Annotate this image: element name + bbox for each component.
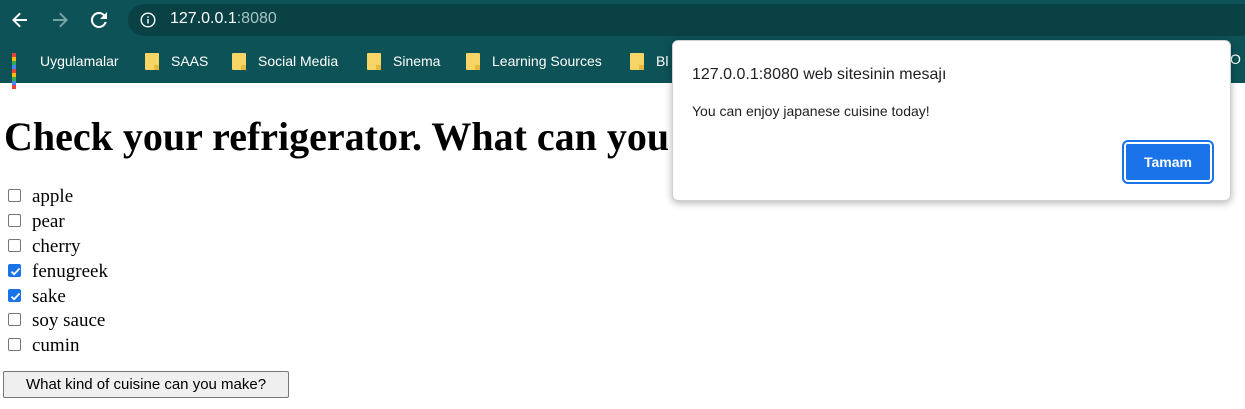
url-port: :8080 xyxy=(236,10,277,27)
item-label: pear xyxy=(32,211,65,232)
bookmark-sinema[interactable]: Sinema xyxy=(367,51,440,71)
reload-icon[interactable] xyxy=(87,8,111,32)
bookmark-label: Uygulamalar xyxy=(40,53,119,69)
info-icon[interactable] xyxy=(140,12,156,28)
apps-grid-icon xyxy=(12,53,28,89)
checkbox-sake[interactable] xyxy=(8,289,21,302)
bookmark-apps[interactable]: Uygulamalar xyxy=(12,51,119,89)
checkbox-apple[interactable] xyxy=(8,189,21,202)
bookmark-label: Bl xyxy=(656,53,669,69)
address-bar[interactable]: 127.0.0.1:8080 xyxy=(128,4,1245,36)
bookmark-label: Sinema xyxy=(393,53,441,69)
bookmark-label: Learning Sources xyxy=(492,53,602,69)
folder-icon xyxy=(630,52,644,70)
folder-icon xyxy=(367,52,381,70)
url-text[interactable]: 127.0.0.1:8080 xyxy=(170,10,277,28)
checkbox-cumin[interactable] xyxy=(8,338,21,351)
alert-dialog: 127.0.0.1:8080 web sitesinin mesajı You … xyxy=(672,40,1231,201)
checkbox-pear[interactable] xyxy=(8,214,21,227)
bookmark-bl[interactable]: Bl xyxy=(630,51,668,71)
bookmark-social-media[interactable]: Social Media xyxy=(232,51,338,71)
cuisine-submit-button[interactable]: What kind of cuisine can you make? xyxy=(3,371,289,398)
checkmark-icon xyxy=(10,292,21,301)
browser-toolbar: 127.0.0.1:8080 xyxy=(0,0,1245,40)
checkbox-soy-sauce[interactable] xyxy=(8,313,21,326)
bookmark-saas[interactable]: SAAS xyxy=(145,51,208,71)
bookmark-label: SAAS xyxy=(171,53,209,69)
checkbox-fenugreek[interactable] xyxy=(8,264,21,277)
checkbox-cherry[interactable] xyxy=(8,239,21,252)
item-label: cherry xyxy=(32,236,81,257)
item-label: cumin xyxy=(32,335,80,356)
bookmark-overflow[interactable]: O xyxy=(1230,51,1241,67)
folder-icon xyxy=(232,52,246,70)
bookmark-label: Social Media xyxy=(258,53,339,69)
folder-icon xyxy=(145,52,159,70)
item-label: apple xyxy=(32,186,74,207)
url-host: 127.0.0.1 xyxy=(170,10,237,27)
checkmark-icon xyxy=(10,267,21,276)
dialog-title: 127.0.0.1:8080 web sitesinin mesajı xyxy=(692,66,947,83)
ok-button[interactable]: Tamam xyxy=(1122,140,1214,184)
item-label: sake xyxy=(32,286,66,307)
back-arrow-icon[interactable] xyxy=(8,8,32,32)
bookmark-learning-sources[interactable]: Learning Sources xyxy=(466,51,602,71)
folder-icon xyxy=(466,52,480,70)
item-label: soy sauce xyxy=(32,310,106,331)
dialog-message: You can enjoy japanese cuisine today! xyxy=(692,103,930,119)
item-label: fenugreek xyxy=(32,261,108,282)
forward-arrow-icon[interactable] xyxy=(48,8,72,32)
page-title: Check your refrigerator. What can you xyxy=(4,114,670,159)
